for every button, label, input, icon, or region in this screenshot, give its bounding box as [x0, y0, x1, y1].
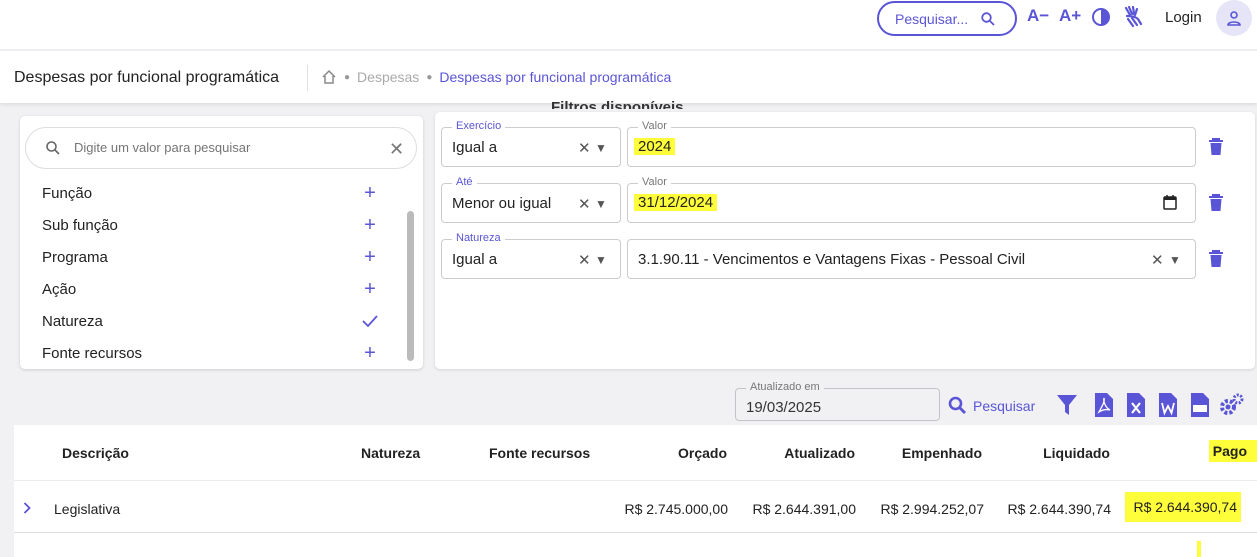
operator-value: Igual a: [452, 251, 498, 268]
csv-icon[interactable]: [1189, 392, 1211, 418]
font-decrease-button[interactable]: A−: [1027, 6, 1049, 26]
value-text: 31/12/2024: [634, 194, 718, 211]
breadcrumb: ● Despesas ● Despesas por funcional prog…: [321, 69, 671, 85]
breadcrumb-item-current: Despesas por funcional programática: [439, 69, 672, 85]
cell-pago: R$ 2.644.390,74: [1125, 492, 1241, 522]
value-text: 2024: [634, 138, 676, 155]
cell-descricao: Legislativa: [54, 501, 121, 517]
plus-icon[interactable]: +: [360, 214, 380, 237]
clear-icon[interactable]: ✕: [578, 251, 591, 269]
operator-select-ate[interactable]: Até Menor ou igual ✕ ▼: [441, 176, 621, 223]
breadcrumb-separator: ●: [344, 71, 351, 83]
settings-icon[interactable]: [1219, 392, 1245, 418]
trash-icon[interactable]: [1208, 138, 1224, 156]
column-header-empenhado[interactable]: Empenhado: [902, 445, 982, 461]
filter-search-input[interactable]: [74, 140, 374, 155]
clear-icon[interactable]: ✕: [389, 139, 404, 160]
column-header-natureza[interactable]: Natureza: [361, 445, 420, 461]
filter-item-acao[interactable]: Ação: [42, 281, 76, 298]
divider: [307, 65, 308, 91]
filter-item-funcao[interactable]: Função: [42, 185, 92, 202]
divider: [14, 532, 1257, 533]
search-icon: [981, 12, 995, 26]
chevron-right-icon[interactable]: [23, 502, 31, 514]
filter-icon[interactable]: [1056, 392, 1078, 418]
field-label: Até: [452, 176, 477, 188]
results-table: Descrição Natureza Fonte recursos Orçado…: [14, 425, 1257, 557]
filter-item-sub-funcao[interactable]: Sub função: [42, 217, 118, 234]
column-header-liquidado[interactable]: Liquidado: [1043, 445, 1110, 461]
plus-icon[interactable]: +: [360, 342, 380, 365]
search-icon: [46, 141, 60, 155]
updated-label: Atualizado em: [746, 381, 824, 393]
calendar-icon[interactable]: [1163, 195, 1177, 210]
excel-icon[interactable]: [1125, 392, 1147, 418]
chevron-down-icon[interactable]: ▼: [1169, 253, 1181, 267]
sign-language-icon[interactable]: [1121, 4, 1145, 28]
plus-icon[interactable]: +: [360, 246, 380, 269]
value-select-natureza[interactable]: 3.1.90.11 - Vencimentos e Vantagens Fixa…: [627, 239, 1196, 279]
cell-atualizado: R$ 2.644.391,00: [752, 501, 856, 517]
column-header-orcado[interactable]: Orçado: [678, 445, 727, 461]
page-title: Despesas por funcional programática: [14, 69, 280, 86]
home-icon[interactable]: [321, 69, 337, 85]
field-label: Exercício: [452, 120, 506, 132]
user-icon: [1227, 11, 1241, 26]
avatar[interactable]: [1216, 0, 1252, 36]
date-input-ate[interactable]: Valor 31/12/2024: [627, 176, 1196, 223]
value-input-exercicio[interactable]: Valor 2024: [627, 120, 1196, 167]
filter-item-natureza[interactable]: Natureza: [42, 313, 103, 330]
updated-value: 19/03/2025: [746, 399, 822, 416]
column-header-fonte-recursos[interactable]: Fonte recursos: [489, 445, 590, 461]
font-increase-button[interactable]: A+: [1059, 6, 1081, 26]
search-button-label: Pesquisar: [973, 397, 1036, 414]
global-search-label: Pesquisar...: [895, 10, 969, 27]
search-icon: [948, 396, 966, 414]
trash-icon[interactable]: [1208, 250, 1224, 268]
filter-item-programa[interactable]: Programa: [42, 249, 108, 266]
field-label: Natureza: [452, 232, 505, 244]
cell-orcado: R$ 2.745.000,00: [624, 501, 728, 517]
value-label: Valor: [638, 120, 671, 132]
plus-icon[interactable]: +: [360, 182, 380, 205]
divider: [14, 480, 1257, 481]
operator-select-exercicio[interactable]: Exercício Igual a ✕ ▼: [441, 120, 621, 167]
column-header-descricao[interactable]: Descrição: [62, 445, 129, 461]
clear-icon[interactable]: ✕: [1151, 251, 1164, 269]
operator-value: Menor ou igual: [452, 195, 552, 212]
breadcrumb-separator: ●: [426, 71, 433, 83]
clear-icon[interactable]: ✕: [578, 139, 591, 157]
global-search-button[interactable]: Pesquisar...: [877, 1, 1017, 36]
value-label: Valor: [638, 176, 671, 188]
operator-select-natureza[interactable]: Natureza Igual a ✕ ▼: [441, 232, 621, 279]
trash-icon[interactable]: [1208, 194, 1224, 212]
value-text: 3.1.90.11 - Vencimentos e Vantagens Fixa…: [638, 251, 1026, 268]
cell-liquidado: R$ 2.644.390,74: [1007, 501, 1111, 517]
filter-search-box: ✕: [25, 127, 417, 169]
contrast-icon[interactable]: [1091, 7, 1111, 27]
filter-item-fonte-recursos[interactable]: Fonte recursos: [42, 345, 142, 362]
breadcrumb-item-despesas[interactable]: Despesas: [357, 69, 419, 85]
highlight-mark: [1197, 541, 1201, 557]
chevron-down-icon[interactable]: ▼: [595, 141, 607, 155]
clear-icon[interactable]: ✕: [578, 195, 591, 213]
cell-empenhado: R$ 2.994.252,07: [880, 501, 984, 517]
chevron-down-icon[interactable]: ▼: [595, 253, 607, 267]
scrollbar[interactable]: [407, 211, 414, 361]
search-button[interactable]: Pesquisar: [948, 396, 1035, 415]
word-icon[interactable]: [1157, 392, 1179, 418]
operator-value: Igual a: [452, 139, 498, 156]
top-bar: Pesquisar... A− A+ Login: [0, 0, 1257, 50]
column-header-pago[interactable]: Pago: [1208, 440, 1257, 462]
title-bar: Despesas por funcional programática ● De…: [0, 51, 1257, 103]
filter-list-panel: ✕ Função + Sub função + Programa + Ação …: [20, 116, 423, 369]
pdf-icon[interactable]: [1093, 392, 1115, 418]
plus-icon[interactable]: +: [360, 278, 380, 301]
column-header-atualizado[interactable]: Atualizado: [784, 445, 855, 461]
check-icon[interactable]: [360, 313, 380, 329]
chevron-down-icon[interactable]: ▼: [595, 197, 607, 211]
filters-title: Filtros disponíveis: [551, 99, 684, 109]
login-link[interactable]: Login: [1165, 9, 1202, 26]
updated-date-field: Atualizado em 19/03/2025: [735, 381, 940, 421]
